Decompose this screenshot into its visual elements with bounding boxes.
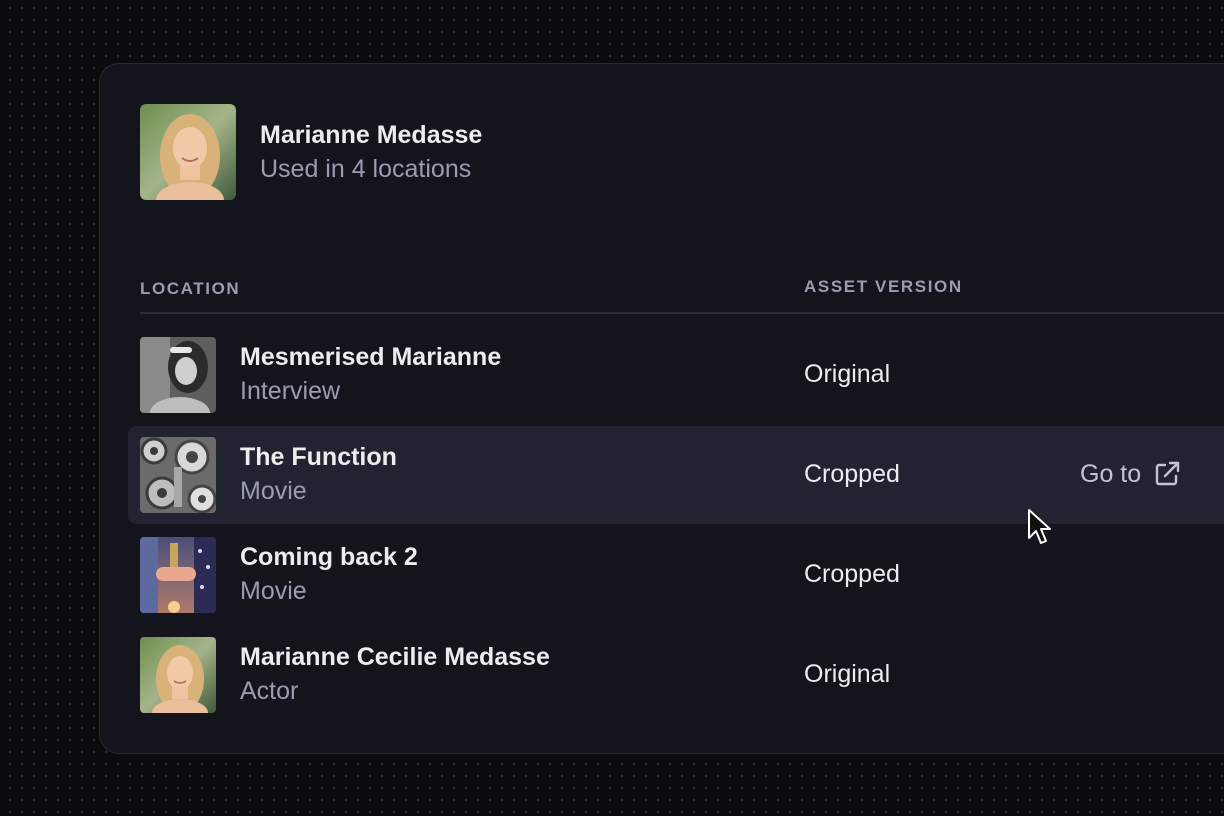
location-type: Interview: [240, 377, 341, 405]
go-to-link[interactable]: Go to: [1080, 457, 1181, 491]
external-link-icon: [1153, 460, 1181, 488]
location-thumbnail: [140, 337, 216, 413]
mouse-pointer-icon: [1027, 508, 1053, 551]
location-thumbnail: [140, 537, 216, 613]
table-row[interactable]: Coming back 2 Movie Cropped: [128, 526, 1224, 624]
location-title: The Function: [240, 443, 397, 471]
location-type: Movie: [240, 577, 307, 605]
column-header-location: LOCATION: [140, 279, 241, 298]
header-divider: [140, 312, 1224, 314]
asset-version: Cropped: [804, 460, 900, 488]
column-header-asset-version: ASSET VERSION: [804, 277, 963, 296]
location-thumbnail: [140, 637, 216, 713]
usage-panel: Marianne Medasse Used in 4 locations LOC…: [99, 63, 1224, 754]
asset-avatar: [140, 104, 236, 200]
asset-usage-count: Used in 4 locations: [260, 155, 472, 183]
location-title: Marianne Cecilie Medasse: [240, 643, 550, 671]
location-title: Coming back 2: [240, 543, 418, 571]
asset-version: Original: [804, 360, 891, 388]
asset-header: Marianne Medasse Used in 4 locations: [140, 104, 482, 200]
location-type: Movie: [240, 477, 307, 505]
asset-version: Cropped: [804, 560, 900, 588]
asset-name: Marianne Medasse: [260, 121, 483, 149]
location-type: Actor: [240, 677, 299, 705]
table-row[interactable]: The Function Movie Cropped Go to: [128, 426, 1224, 524]
go-to-label: Go to: [1080, 460, 1142, 488]
asset-version: Original: [804, 660, 891, 688]
location-thumbnail: [140, 437, 216, 513]
table-row[interactable]: Marianne Cecilie Medasse Actor Original: [128, 626, 1224, 724]
location-title: Mesmerised Marianne: [240, 343, 502, 371]
table-row[interactable]: Mesmerised Marianne Interview Original: [128, 326, 1224, 424]
